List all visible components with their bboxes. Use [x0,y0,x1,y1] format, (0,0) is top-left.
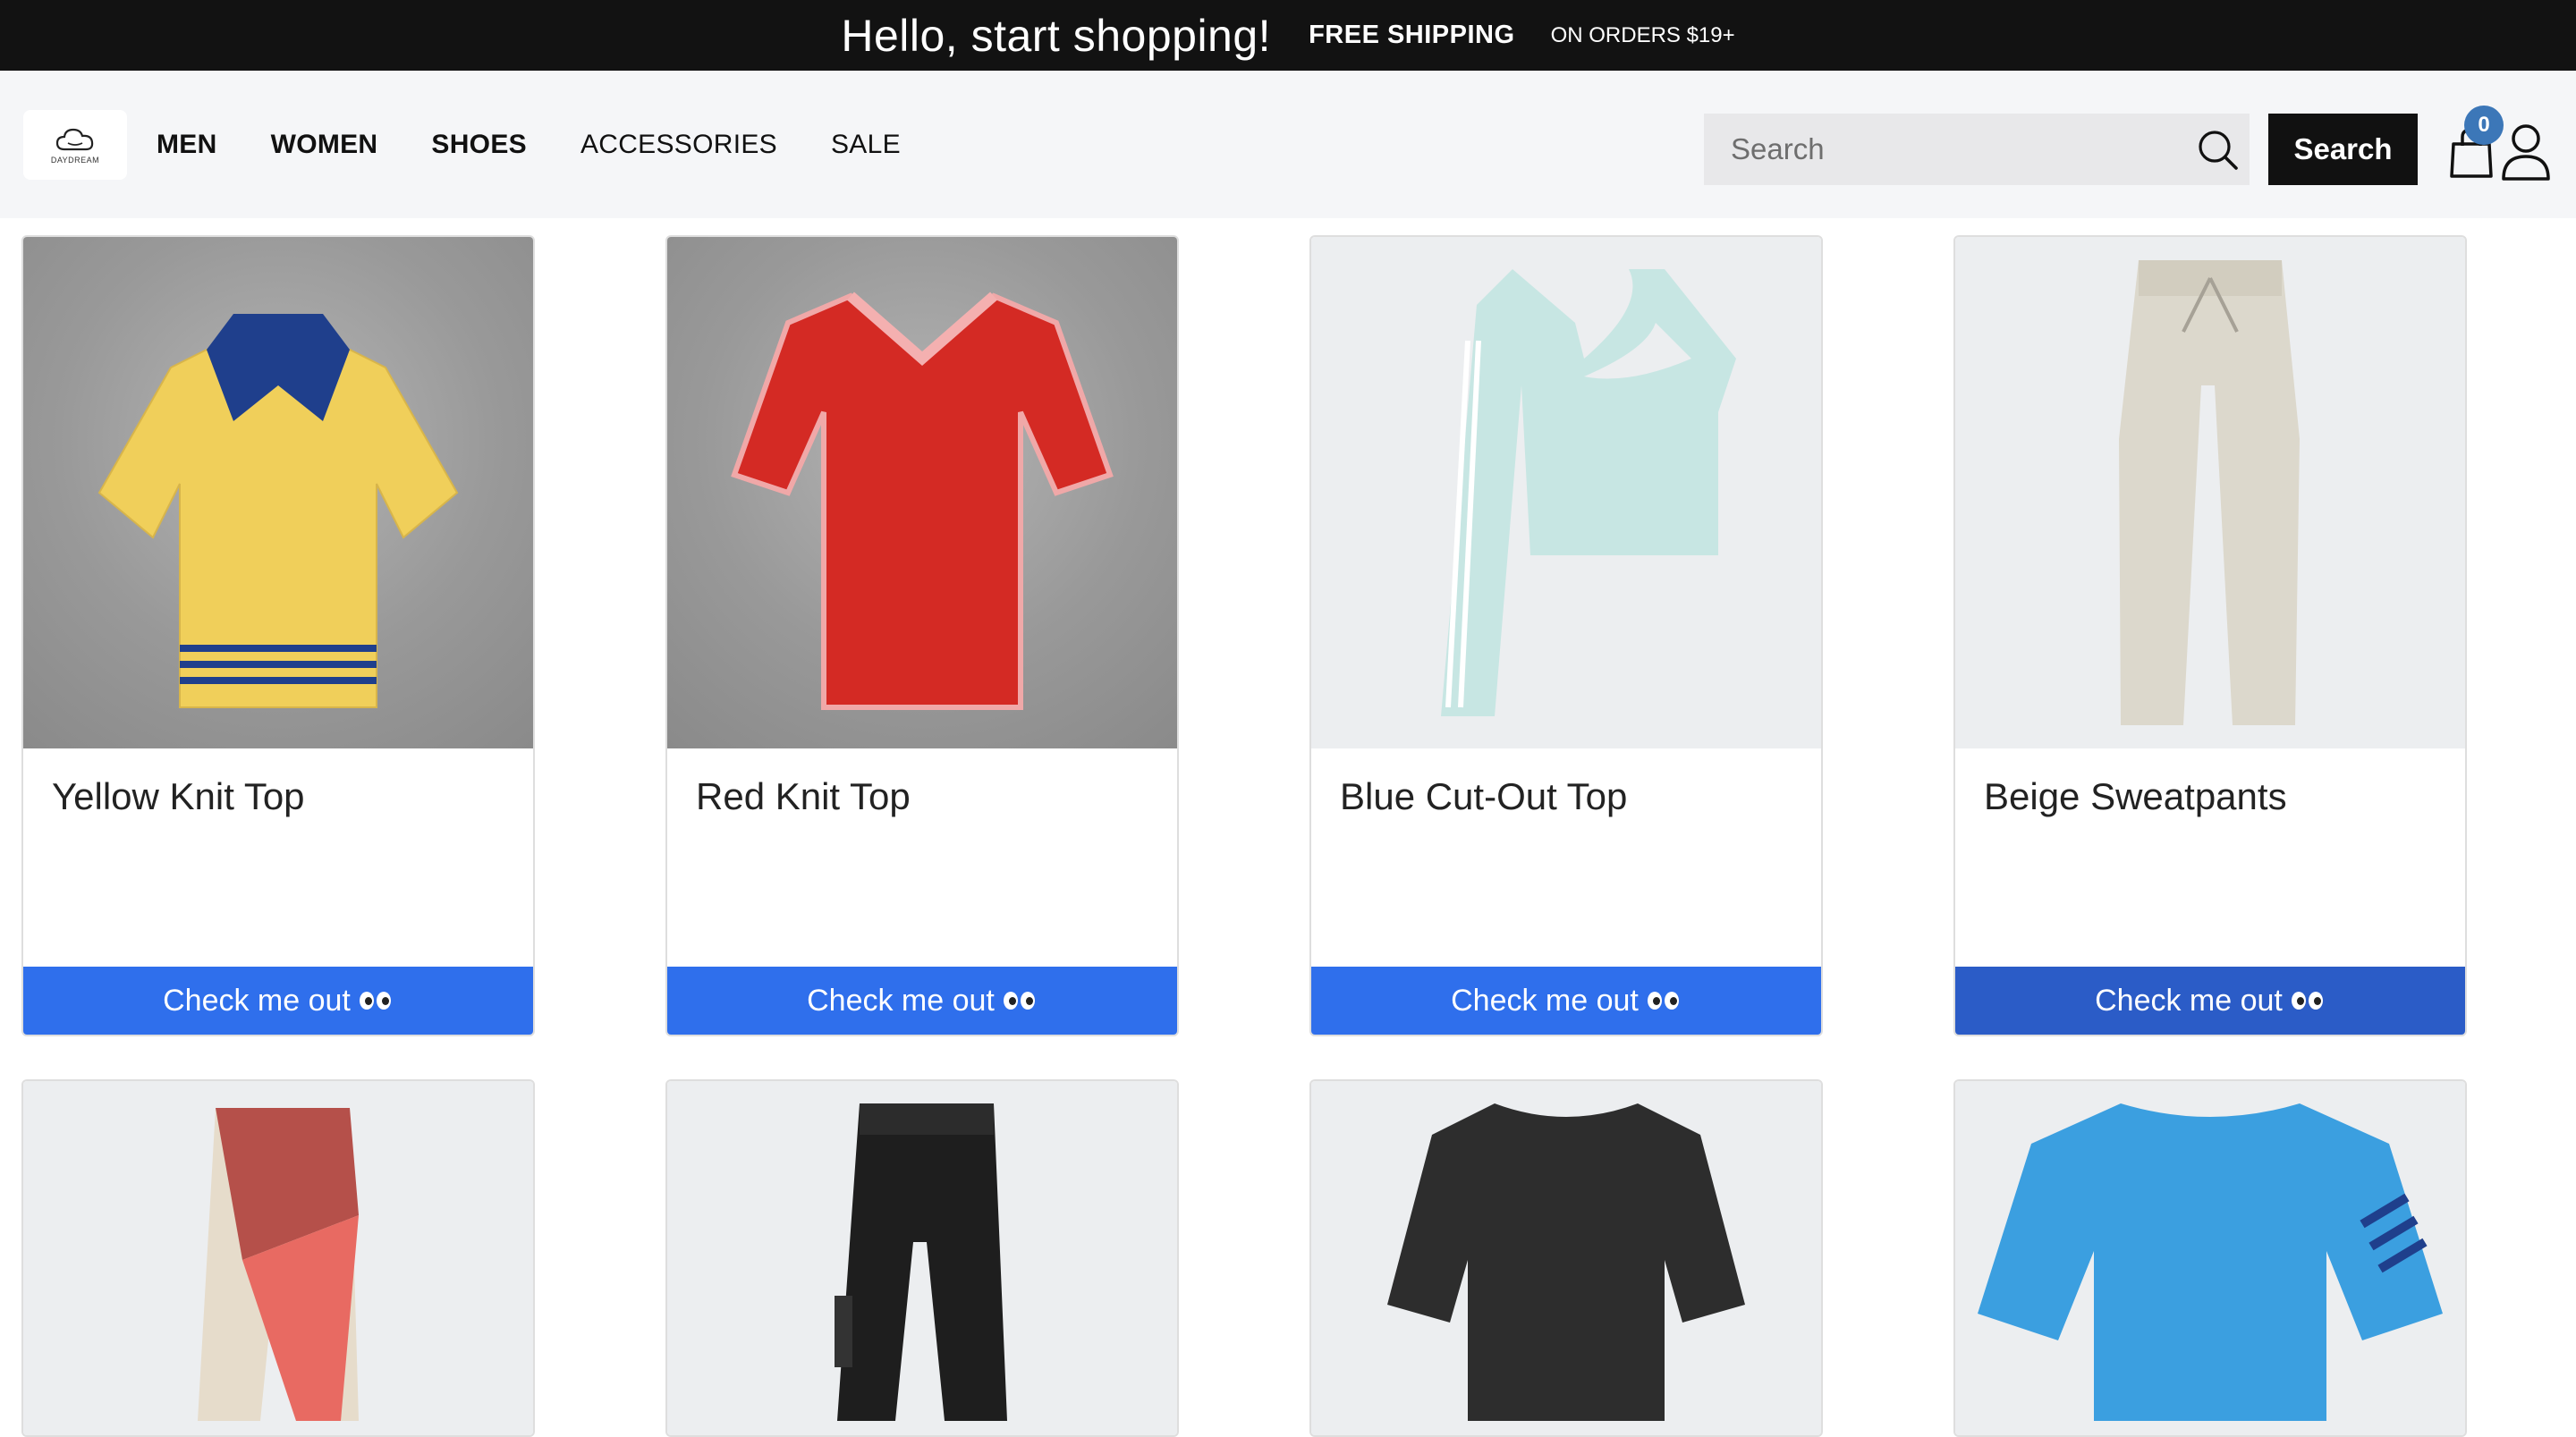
check-me-out-button[interactable]: Check me out [1311,967,1821,1035]
cta-label: Check me out [163,983,351,1018]
product-card[interactable] [21,1079,535,1437]
black-cargo-pants-image [835,1103,1007,1421]
product-image[interactable] [667,1081,1177,1435]
nav-women[interactable]: WOMEN [271,130,378,160]
search-button[interactable]: Search [2268,114,2418,185]
product-title[interactable]: Red Knit Top [667,748,1177,967]
banner-free-shipping: FREE SHIPPING [1309,21,1515,49]
main-nav: MEN WOMEN SHOES ACCESSORIES SALE [157,71,954,218]
product-card[interactable] [1953,1079,2467,1437]
cta-label: Check me out [1451,983,1639,1018]
product-image[interactable] [1955,237,2465,748]
mint-cutout-top-image [1441,269,1736,716]
beige-sweatpants-image [2119,260,2300,725]
cta-label: Check me out [2095,983,2283,1018]
red-tshirt-image [731,292,1114,710]
product-card[interactable]: Blue Cut-Out Top Check me out [1309,235,1823,1036]
product-title[interactable]: Yellow Knit Top [23,748,533,967]
search-input[interactable] [1704,114,2187,185]
nav-accessories[interactable]: ACCESSORIES [580,130,777,160]
eyes-icon [2291,992,2326,1010]
product-card[interactable]: Beige Sweatpants Check me out [1953,235,2467,1036]
product-image[interactable] [1311,1081,1821,1435]
check-me-out-button[interactable]: Check me out [1955,967,2465,1035]
search-box [1704,114,2250,185]
cart-count-badge: 0 [2464,106,2504,145]
eyes-icon [1647,992,1682,1010]
product-image[interactable] [23,237,533,748]
cta-label: Check me out [807,983,995,1018]
product-image[interactable] [667,237,1177,748]
eyes-icon [1003,992,1038,1010]
product-card[interactable]: Yellow Knit Top Check me out [21,235,535,1036]
product-title[interactable]: Beige Sweatpants [1955,748,2465,967]
check-me-out-button[interactable]: Check me out [667,967,1177,1035]
product-image[interactable] [1311,237,1821,748]
user-account-icon[interactable] [2500,123,2552,182]
product-image[interactable] [1955,1081,2465,1435]
product-card[interactable] [1309,1079,1823,1437]
nav-shoes[interactable]: SHOES [431,130,527,160]
banner-greeting: Hello, start shopping! [841,10,1272,61]
logo[interactable]: DAYDREAM [23,110,127,180]
product-card[interactable] [665,1079,1179,1437]
nav-sale[interactable]: SALE [831,130,901,160]
product-title[interactable]: Blue Cut-Out Top [1311,748,1821,967]
black-tshirt-image [1387,1103,1745,1421]
search-icon[interactable] [2196,128,2241,173]
logo-text: DAYDREAM [50,156,100,165]
product-image[interactable] [23,1081,533,1435]
site-header: DAYDREAM MEN WOMEN SHOES ACCESSORIES SAL… [0,71,2576,218]
nav-men[interactable]: MEN [157,130,217,160]
product-card[interactable]: Red Knit Top Check me out [665,235,1179,1036]
check-me-out-button[interactable]: Check me out [23,967,533,1035]
yellow-polo-image [97,314,459,708]
blue-tshirt-image [1978,1103,2443,1421]
red-beige-trackpants-image [198,1108,359,1421]
eyes-icon [359,992,394,1010]
cloud-logo-icon [55,128,94,151]
promo-banner: Hello, start shopping! FREE SHIPPING ON … [0,0,2576,71]
banner-orders-threshold: ON ORDERS $19+ [1550,22,1735,47]
